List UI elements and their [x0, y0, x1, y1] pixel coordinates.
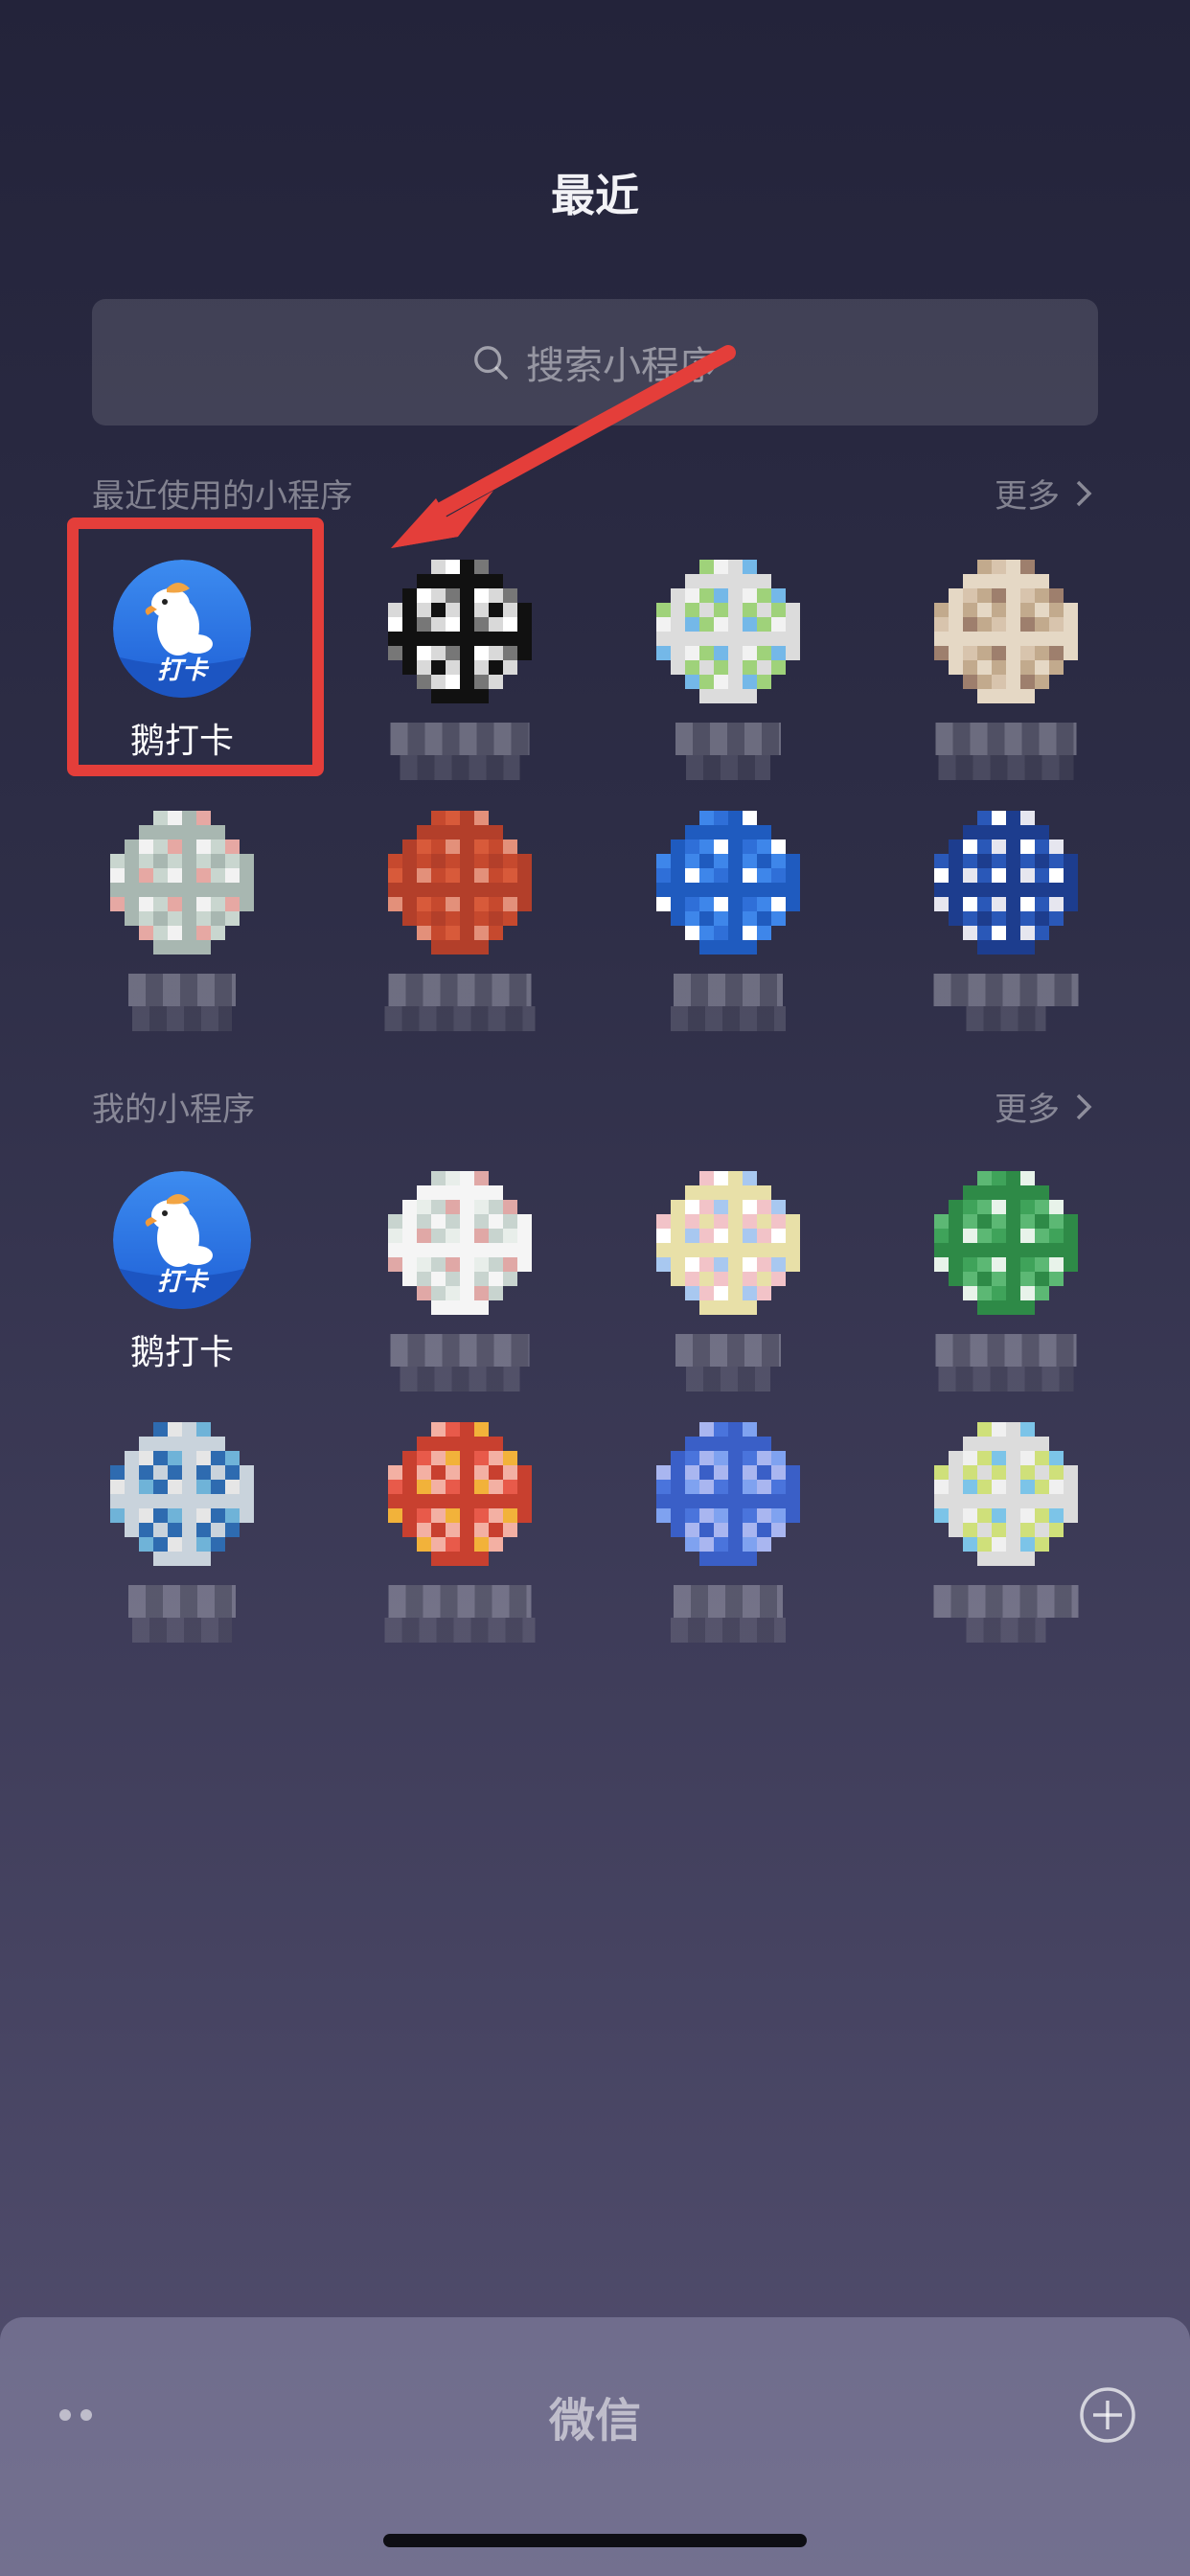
pixelated-app-label	[935, 1334, 1077, 1367]
pixelated-app-label	[675, 723, 781, 755]
pixelated-app-label	[966, 1618, 1046, 1643]
pixelated-app-label	[388, 974, 532, 1006]
mine-app-6[interactable]	[613, 1422, 843, 1652]
arrow-annotation	[391, 345, 736, 548]
pixelated-app-icon	[656, 1422, 800, 1566]
mine-app-5[interactable]	[345, 1422, 575, 1652]
pixelated-app-label	[390, 1334, 530, 1367]
pixelated-app-label	[933, 1585, 1079, 1618]
pixelated-app-label	[400, 755, 520, 780]
recent-app-7[interactable]	[891, 811, 1121, 1041]
pixelated-app-icon	[934, 811, 1078, 954]
pixelated-app-label	[384, 1618, 536, 1643]
pixelated-app-label	[390, 723, 530, 755]
goose-app-icon: 打卡	[113, 1171, 251, 1309]
mine-section-header: 我的小程序 更多	[92, 1083, 1098, 1130]
pixelated-app-label	[686, 1367, 770, 1392]
plus-circle-icon[interactable]	[1079, 2386, 1136, 2444]
recent-app-5[interactable]	[345, 811, 575, 1041]
pixelated-app-label	[671, 1006, 786, 1031]
mine-app-0[interactable]: 打卡 鹅打卡	[67, 1171, 297, 1401]
pixelated-app-icon	[656, 1171, 800, 1315]
pixelated-app-label	[686, 755, 770, 780]
mine-heading: 我的小程序	[92, 1091, 255, 1129]
pixelated-app-label	[671, 1618, 786, 1643]
pixelated-app-icon	[110, 811, 254, 954]
pixelated-app-label	[674, 974, 783, 1006]
pixelated-app-label	[935, 723, 1077, 755]
pixelated-app-label	[128, 1585, 236, 1618]
chevron-right-icon	[1076, 1093, 1092, 1119]
pixelated-app-icon	[934, 1171, 1078, 1315]
pixelated-app-icon	[934, 1422, 1078, 1566]
pixelated-app-label	[938, 755, 1074, 780]
mine-app-2[interactable]	[613, 1171, 843, 1401]
svg-text:打卡: 打卡	[157, 1267, 210, 1296]
pixelated-app-label	[675, 1334, 781, 1367]
pixelated-app-label	[966, 1006, 1046, 1031]
pixelated-app-label	[128, 974, 236, 1006]
pixelated-app-icon	[110, 1422, 254, 1566]
pixelated-app-label	[674, 1585, 783, 1618]
mine-more-button[interactable]: 更多	[995, 1083, 1098, 1130]
recent-app-4[interactable]	[67, 811, 297, 1041]
mine-app-7[interactable]	[891, 1422, 1121, 1652]
recent-app-6[interactable]	[613, 811, 843, 1041]
pixelated-app-label	[400, 1367, 520, 1392]
mine-more-label: 更多	[995, 1091, 1060, 1129]
pixelated-app-label	[938, 1367, 1074, 1392]
app-label: 鹅打卡	[129, 1333, 234, 1372]
pixelated-app-label	[384, 1006, 536, 1031]
pixelated-app-icon	[388, 1171, 532, 1315]
pixelated-app-label	[132, 1618, 232, 1643]
pixelated-app-label	[933, 974, 1079, 1006]
pixelated-app-label	[388, 1585, 532, 1618]
pixelated-app-icon	[388, 1422, 532, 1566]
pixelated-app-icon	[388, 811, 532, 954]
dock-title: 微信	[548, 2394, 641, 2448]
home-indicator	[383, 2534, 807, 2547]
mine-app-4[interactable]	[67, 1422, 297, 1652]
mine-app-1[interactable]	[345, 1171, 575, 1401]
pixelated-app-icon	[656, 811, 800, 954]
mine-app-3[interactable]	[891, 1171, 1121, 1401]
pixelated-app-label	[132, 1006, 232, 1031]
